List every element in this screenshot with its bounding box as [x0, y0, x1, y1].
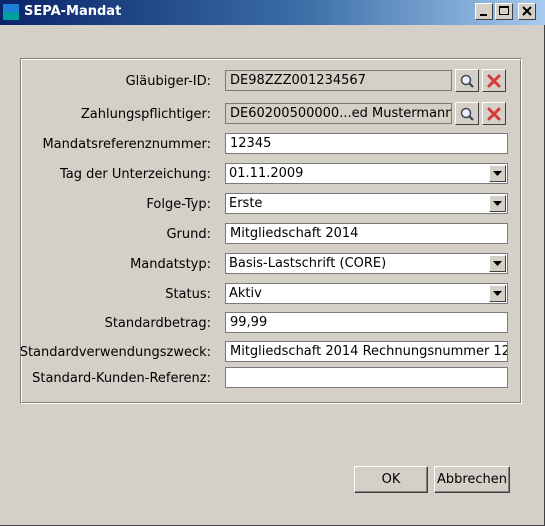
app-icon — [3, 4, 19, 20]
mandatstyp-label: Mandatstyp: — [130, 257, 211, 272]
verwendungszweck-label: Standardverwendungszweck: — [19, 345, 211, 360]
grund-input[interactable]: Mitgliedschaft 2014 — [225, 223, 508, 244]
minimize-button[interactable] — [475, 3, 493, 20]
tag-unterzeichnung-combo[interactable]: 01.11.2009 — [225, 163, 508, 184]
zahlungspflichtiger-label: Zahlungspflichtiger: — [80, 107, 211, 122]
tag-unterzeichnung-value: 01.11.2009 — [229, 166, 304, 181]
zahlungspflichtiger-delete-button[interactable] — [482, 102, 506, 125]
window-title: SEPA-Mandat — [24, 4, 122, 19]
standardbetrag-label: Standardbetrag: — [104, 316, 211, 331]
kunden-referenz-input[interactable] — [225, 367, 508, 388]
folge-typ-label: Folge-Typ: — [146, 197, 211, 212]
kunden-referenz-label: Standard-Kunden-Referenz: — [32, 371, 211, 386]
chevron-down-icon[interactable] — [489, 195, 506, 212]
ok-button[interactable]: OK — [354, 466, 428, 493]
cancel-button[interactable]: Abbrechen — [434, 466, 510, 493]
chevron-down-icon[interactable] — [489, 285, 506, 302]
glaeubiger-search-button[interactable] — [455, 69, 479, 92]
sepa-mandat-window: SEPA-Mandat Gläubiger-ID: DE98ZZZ0012345… — [0, 0, 545, 526]
verwendungszweck-input[interactable]: Mitgliedschaft 2014 Rechnungsnummer 1234 — [225, 341, 508, 362]
glaeubiger-id-field[interactable]: DE98ZZZ001234567 — [225, 70, 452, 91]
status-label: Status: — [165, 287, 211, 302]
glaeubiger-delete-button[interactable] — [482, 69, 506, 92]
title-bar[interactable]: SEPA-Mandat — [0, 0, 545, 25]
zahlungspflichtiger-search-button[interactable] — [455, 102, 479, 125]
maximize-button[interactable] — [495, 3, 513, 20]
status-value: Aktiv — [229, 286, 262, 301]
status-combo[interactable]: Aktiv — [225, 283, 508, 304]
folge-typ-combo[interactable]: Erste — [225, 193, 508, 214]
chevron-down-icon[interactable] — [489, 165, 506, 182]
tag-unterzeichnung-label: Tag der Unterzeichung: — [60, 167, 211, 182]
glaeubiger-id-label: Gläubiger-ID: — [125, 74, 211, 89]
mandatstyp-combo[interactable]: Basis-Lastschrift (CORE) — [225, 253, 508, 274]
folge-typ-value: Erste — [229, 196, 263, 211]
close-button[interactable] — [518, 3, 536, 20]
mandatsreferenz-label: Mandatsreferenznummer: — [42, 137, 211, 152]
chevron-down-icon[interactable] — [489, 255, 506, 272]
grund-label: Grund: — [166, 227, 211, 242]
zahlungspflichtiger-field[interactable]: DE60200500000...ed Mustermann — [225, 103, 452, 124]
mandatstyp-value: Basis-Lastschrift (CORE) — [229, 256, 387, 271]
mandatsreferenz-input[interactable]: 12345 — [225, 133, 508, 154]
standardbetrag-input[interactable]: 99,99 — [225, 312, 508, 333]
